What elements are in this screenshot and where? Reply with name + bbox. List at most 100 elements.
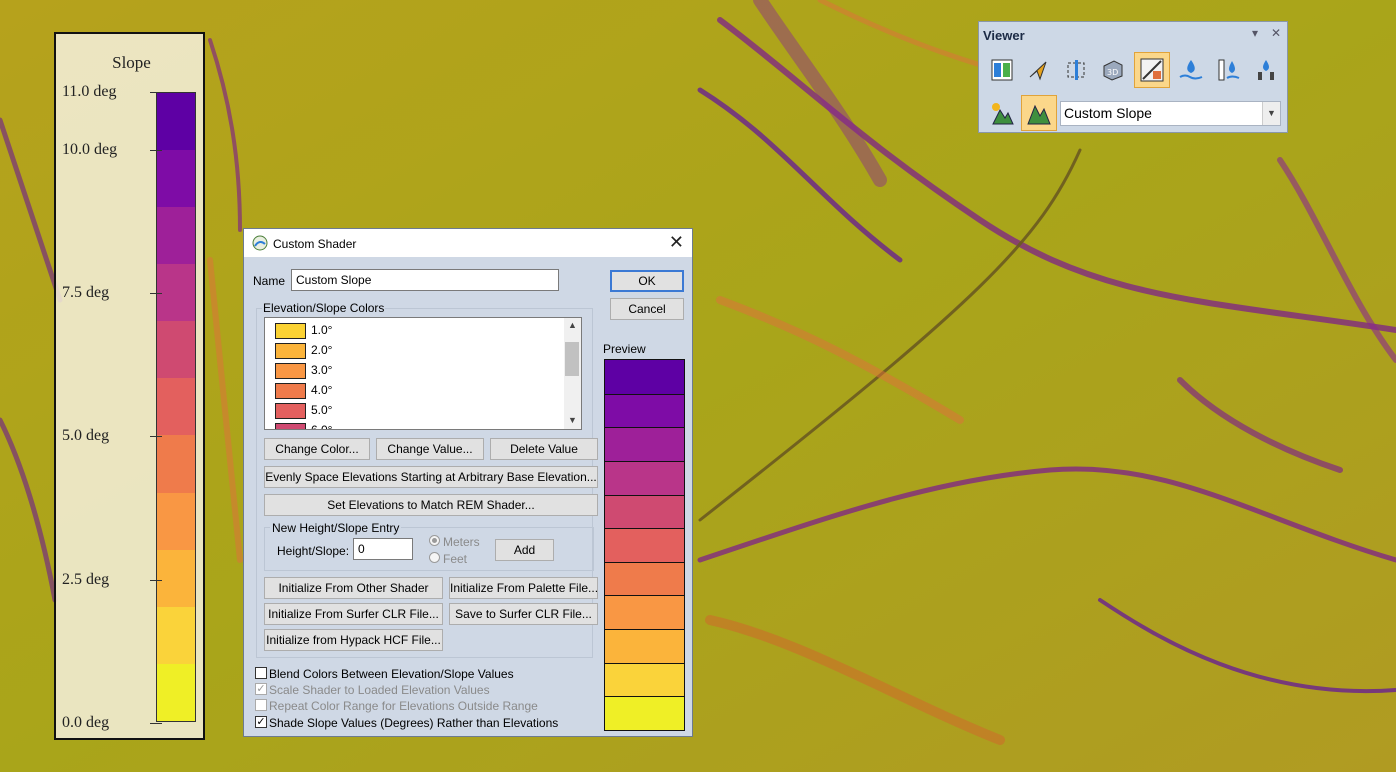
evenly-space-button[interactable]: Evenly Space Elevations Starting at Arbi… — [264, 466, 598, 488]
init-other-shader-button[interactable]: Initialize From Other Shader — [264, 577, 443, 599]
color-swatch — [275, 363, 306, 379]
preview-color-segment — [605, 561, 684, 596]
close-icon[interactable]: ✕ — [669, 232, 684, 253]
shade-slope-checkbox[interactable]: ✓ — [255, 716, 267, 728]
water-level-icon[interactable] — [1174, 53, 1208, 87]
meters-label: Meters — [443, 535, 480, 549]
3d-view-icon[interactable]: 3D — [1096, 53, 1130, 87]
mountain-shader-icon[interactable] — [1021, 95, 1057, 131]
color-swatch — [275, 343, 306, 359]
height-slope-label: Height/Slope: — [277, 544, 350, 558]
chevron-down-icon[interactable]: ▼ — [1262, 102, 1280, 125]
shader-select[interactable]: Custom Slope ▼ — [1060, 101, 1281, 126]
color-value-label: 2.0° — [311, 343, 333, 357]
legend-tick: 11.0 deg — [62, 83, 162, 101]
save-surfer-button[interactable]: Save to Surfer CLR File... — [449, 603, 598, 625]
legend-color-bar — [156, 92, 196, 722]
blend-colors-checkbox[interactable] — [255, 667, 267, 679]
legend-color-segment — [157, 435, 195, 493]
repeat-range-checkbox[interactable] — [255, 699, 267, 711]
chevron-down-icon[interactable]: ▼ — [568, 415, 577, 425]
preview-color-segment — [605, 595, 684, 629]
color-value-label: 1.0° — [311, 323, 333, 337]
preview-color-segment — [605, 528, 684, 562]
legend-color-segment — [157, 663, 195, 721]
ok-button[interactable]: OK — [610, 270, 684, 292]
colors-group-label: Elevation/Slope Colors — [262, 301, 386, 315]
close-icon[interactable]: ✕ — [1271, 26, 1281, 40]
color-swatch — [275, 403, 306, 419]
color-list[interactable]: 1.0° 2.0° 3.0° 4.0° 5.0° 6.0° ▲ ▼ — [264, 317, 582, 430]
preview-color-segment — [605, 360, 684, 394]
shade-slope-label: Shade Slope Values (Degrees) Rather than… — [269, 716, 559, 730]
legend-color-segment — [157, 264, 195, 322]
scale-shader-label: Scale Shader to Loaded Elevation Values — [269, 683, 490, 697]
legend-color-segment — [157, 492, 195, 550]
viewer-split-icon[interactable] — [985, 53, 1019, 87]
app-logo-icon — [252, 235, 268, 251]
slope-legend: Slope 11.0 deg 10.0 deg 7.5 deg 5.0 deg … — [54, 32, 205, 740]
legend-color-segment — [157, 207, 195, 265]
preview-color-segment — [605, 427, 684, 461]
add-button[interactable]: Add — [495, 539, 554, 561]
name-label: Name — [253, 274, 286, 288]
preview-color-segment — [605, 494, 684, 529]
preview-label: Preview — [603, 342, 646, 356]
color-value-label: 4.0° — [311, 383, 333, 397]
legend-color-segment — [157, 378, 195, 436]
meters-radio[interactable] — [429, 535, 440, 546]
repeat-range-label: Repeat Color Range for Elevations Outsid… — [269, 699, 538, 713]
delete-value-button[interactable]: Delete Value — [490, 438, 598, 460]
legend-tick: 5.0 deg — [62, 427, 162, 445]
name-field[interactable]: Custom Slope — [291, 269, 559, 291]
new-entry-label: New Height/Slope Entry — [270, 521, 402, 535]
preview-color-segment — [605, 696, 684, 730]
depth-gauge-icon[interactable] — [1211, 53, 1245, 87]
scrollbar-thumb[interactable] — [565, 342, 579, 376]
chevron-up-icon[interactable]: ▲ — [568, 320, 577, 330]
preview-color-segment — [605, 662, 684, 697]
scale-shader-checkbox[interactable]: ✓ — [255, 683, 267, 695]
color-value-label: 5.0° — [311, 403, 333, 417]
init-palette-button[interactable]: Initialize From Palette File... — [449, 577, 598, 599]
feet-radio[interactable] — [429, 552, 440, 563]
change-color-button[interactable]: Change Color... — [264, 438, 370, 460]
shader-preview — [604, 359, 685, 731]
legend-color-segment — [157, 93, 195, 151]
crop-icon[interactable] — [1059, 53, 1093, 87]
height-slope-input[interactable]: 0 — [353, 538, 413, 560]
legend-color-segment — [157, 150, 195, 208]
change-value-button[interactable]: Change Value... — [376, 438, 484, 460]
flood-icon[interactable] — [1249, 53, 1283, 87]
color-swatch — [275, 323, 306, 339]
preview-color-segment — [605, 629, 684, 663]
preview-color-segment — [605, 393, 684, 428]
match-rem-button[interactable]: Set Elevations to Match REM Shader... — [264, 494, 598, 516]
preview-color-segment — [605, 460, 684, 495]
legend-color-segment — [157, 321, 195, 379]
dialog-title: Custom Shader — [273, 237, 357, 251]
legend-color-segment — [157, 549, 195, 607]
legend-tick: 7.5 deg — [62, 284, 162, 302]
pin-icon[interactable]: ▾ — [1252, 26, 1258, 40]
init-surfer-button[interactable]: Initialize From Surfer CLR File... — [264, 603, 443, 625]
legend-color-segment — [157, 606, 195, 664]
viewer-title: Viewer — [983, 28, 1025, 43]
shader-select-value: Custom Slope — [1064, 105, 1152, 121]
blend-colors-label: Blend Colors Between Elevation/Slope Val… — [269, 667, 514, 681]
color-value-label: 3.0° — [311, 363, 333, 377]
color-swatch — [275, 383, 306, 399]
list-scrollbar[interactable]: ▲ ▼ — [564, 318, 581, 429]
slope-toggle-icon[interactable] — [1134, 52, 1170, 88]
sun-shader-icon[interactable] — [985, 96, 1019, 130]
legend-title: Slope — [112, 53, 151, 72]
pointer-icon[interactable] — [1022, 53, 1056, 87]
dialog-titlebar: Custom Shader ✕ — [244, 229, 692, 257]
color-swatch — [275, 423, 306, 429]
legend-tick: 0.0 deg — [62, 714, 162, 732]
legend-tick: 2.5 deg — [62, 571, 162, 589]
cancel-button[interactable]: Cancel — [610, 298, 684, 320]
init-hypack-button[interactable]: Initialize from Hypack HCF File... — [264, 629, 443, 651]
legend-tick: 10.0 deg — [62, 141, 162, 159]
color-value-label: 6.0° — [311, 423, 333, 430]
